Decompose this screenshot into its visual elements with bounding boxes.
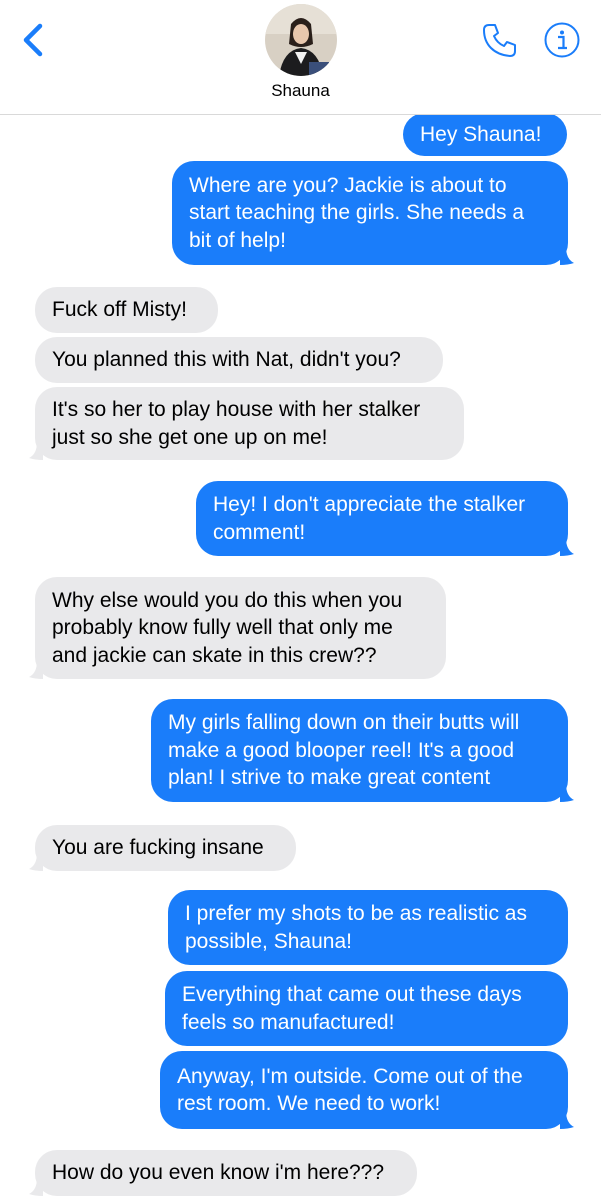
message-line: Where are you? Jackie is about to [189,173,507,197]
message-line: Everything that came out these days [182,983,522,1006]
received-message-bubble[interactable]: Why else would you do this when you proba… [29,577,446,679]
contact-name[interactable]: Shauna [0,81,601,101]
info-icon [544,22,580,58]
message-line: rest room. We need to work! [177,1092,441,1115]
message-line: make a good blooper reel! It's a good [168,738,515,762]
bubble-tail [29,661,43,679]
sent-message-bubble[interactable]: Anyway, I'm outside. Come out of the rest… [160,1051,574,1129]
message-text: Fuck off Misty! [52,296,187,324]
message-line: Hey! I don't appreciate the stalker [213,493,526,516]
message-line: just so she get one up on me! [52,425,328,449]
sent-message-bubble[interactable]: Hey Shauna! [403,113,567,156]
message-text: Hey Shauna! [420,121,541,149]
message-text: Everything that came out these days feels… [182,981,522,1036]
chevron-left-icon [23,23,43,57]
message-line: possible, Shauna! [185,929,352,953]
message-line: Fuck off Misty! [52,298,187,322]
messages-screen: Hey Shauna! Where are you? Jackie is abou… [0,0,601,1200]
message-line: plan! I strive to make great content [168,766,491,790]
message-text: It's so her to play house with her stalk… [52,396,420,451]
message-line: and jackie can skate in this crew?? [52,643,377,667]
back-button[interactable] [18,20,52,60]
message-line: Why else would you do this when you [52,588,403,612]
bubble-tail [560,247,574,265]
message-line: How do you even know i'm here??? [52,1161,385,1185]
bubble-tail [560,538,574,556]
message-line: It's so her to play house with her stalk… [52,398,421,421]
contact-avatar[interactable] [265,4,337,76]
message-line: feels so manufactured! [182,1010,395,1034]
received-message-bubble[interactable]: You are fucking insane [29,825,296,871]
received-message-bubble[interactable]: It's so her to play house with her stalk… [29,387,464,460]
bubble-tail [560,784,574,802]
message-line: bit of help! [189,228,286,252]
message-line: comment! [213,520,306,544]
received-message-bubble[interactable]: You planned this with Nat, didn't you? [35,337,443,383]
sent-message-bubble[interactable]: I prefer my shots to be as realistic as p… [168,890,568,965]
received-message-bubble[interactable]: Fuck off Misty! [35,287,218,333]
received-message-bubble[interactable]: How do you even know i'm here??? [29,1150,417,1196]
avatar-photo [265,4,337,76]
message-line: You planned this with Nat, didn't you? [52,348,401,372]
call-button[interactable] [480,20,520,60]
message-line: My girls falling down on their butts wil… [168,711,520,735]
bubble-tail [29,1178,43,1196]
message-text: You planned this with Nat, didn't you? [52,346,401,374]
bubble-tail [560,1111,574,1129]
sent-message-bubble[interactable]: My girls falling down on their butts wil… [151,699,574,802]
message-text: I prefer my shots to be as realistic as p… [185,900,527,955]
message-line: Anyway, I'm outside. Come out of the [177,1064,523,1088]
message-line: I prefer my shots to be as realistic as [185,902,527,925]
sent-message-bubble[interactable]: Everything that came out these days feels… [165,971,568,1046]
bubble-tail [29,853,43,871]
message-text: Where are you? Jackie is about to start t… [189,172,524,255]
message-text: Hey! I don't appreciate the stalker comme… [213,491,525,546]
info-button[interactable] [543,21,581,59]
message-text: Why else would you do this when you proba… [52,587,402,670]
sent-message-bubble[interactable]: Hey! I don't appreciate the stalker comme… [196,481,574,556]
message-text: Anyway, I'm outside. Come out of the rest… [177,1063,523,1118]
message-text: My girls falling down on their butts wil… [168,709,519,792]
phone-icon [483,24,516,57]
message-line: probably know fully well that only me [52,616,393,640]
message-text: How do you even know i'm here??? [52,1159,384,1187]
bubble-tail [29,442,43,460]
conversation-header: Shauna [0,0,601,115]
sent-message-bubble[interactable]: Where are you? Jackie is about to start t… [172,161,574,265]
message-text: You are fucking insane [52,834,264,862]
message-line: start teaching the girls. She needs a [189,201,525,225]
message-line: You are fucking insane [52,836,264,860]
message-line: Hey Shauna! [420,122,542,146]
